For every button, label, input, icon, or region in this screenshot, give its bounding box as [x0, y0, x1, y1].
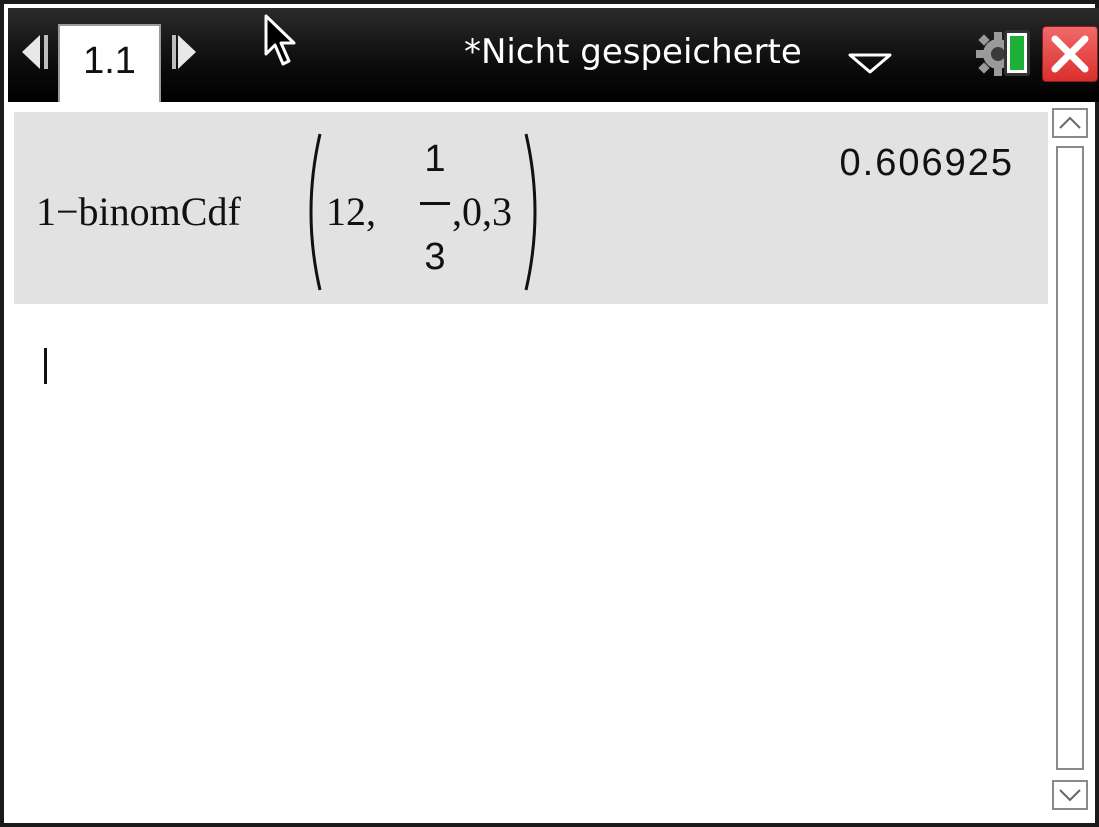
history-result[interactable]: 0.606925 [840, 142, 1015, 185]
scroll-thumb[interactable] [1056, 146, 1084, 770]
fraction-bar [420, 202, 450, 205]
expression-args-before: 12, [326, 189, 376, 234]
close-icon [1051, 35, 1089, 73]
expression-function: 1−binomCdf [36, 189, 241, 234]
scroll-up-button[interactable] [1052, 108, 1088, 138]
mouse-pointer-icon [264, 14, 296, 66]
document-title[interactable]: *Nicht gespeicherte [464, 32, 802, 72]
right-paren [524, 133, 537, 291]
chevron-right-icon[interactable] [178, 35, 196, 69]
nav-right-divider [172, 35, 176, 69]
title-bar: 1.1 *Nicht gespeicherte [8, 8, 1099, 106]
scroll-down-button[interactable] [1052, 780, 1088, 810]
chevron-up-icon [1059, 116, 1081, 129]
text-cursor [44, 348, 47, 384]
fraction-numerator: 1 [424, 138, 446, 180]
fraction-denominator: 3 [424, 236, 446, 278]
tab-label: 1.1 [83, 40, 136, 82]
chevron-left-icon[interactable] [22, 35, 40, 69]
tab-page-1-1[interactable]: 1.1 [58, 24, 161, 106]
history-entry[interactable]: 1−binomCdf 12, 1 3 ,0,3 0.606925 [14, 112, 1048, 304]
left-paren [309, 133, 322, 291]
vertical-scrollbar[interactable] [1052, 104, 1092, 814]
battery-level-fill [1010, 36, 1024, 70]
calculator-window: 1.1 *Nicht gespeicherte 1−binomCdf 12, 1… [0, 0, 1099, 827]
calculator-work-area: 1−binomCdf 12, 1 3 ,0,3 0.606925 [12, 102, 1052, 822]
expression-args-after: ,0,3 [452, 189, 512, 234]
chevron-down-icon [1059, 789, 1081, 802]
close-button[interactable] [1042, 26, 1098, 82]
dropdown-triangle-icon[interactable] [848, 52, 892, 74]
entry-line-input[interactable] [12, 328, 1042, 408]
battery-icon [1004, 30, 1030, 76]
nav-left-divider [44, 35, 48, 69]
